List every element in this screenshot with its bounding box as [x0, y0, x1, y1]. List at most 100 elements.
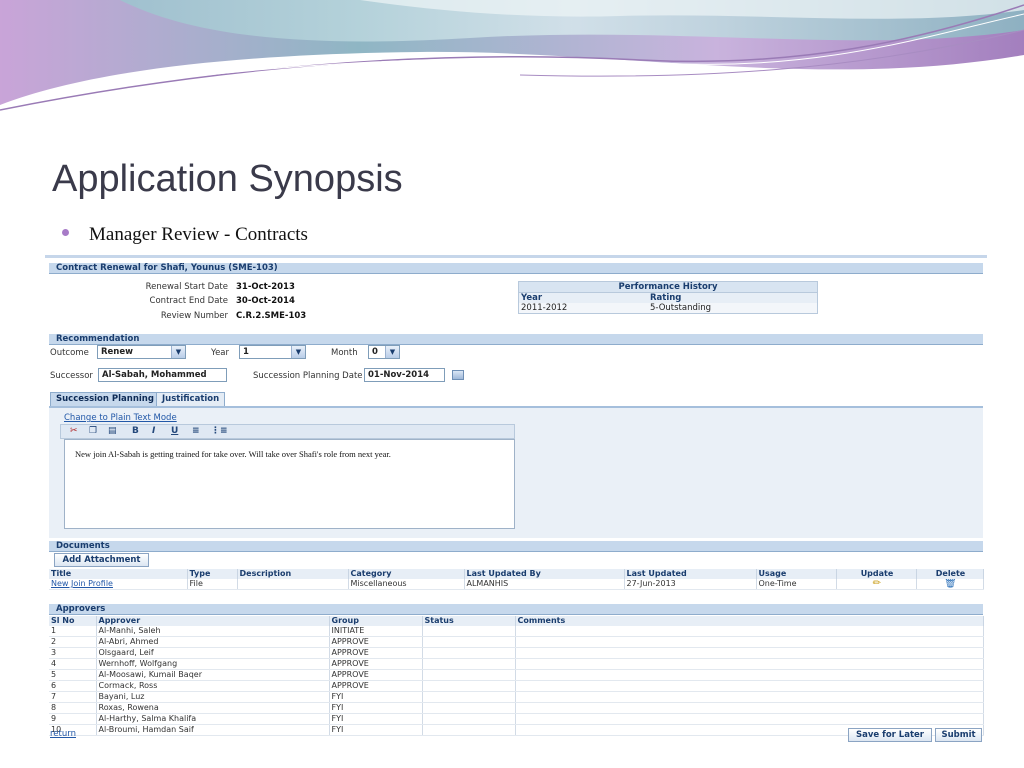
succession-planning-text-area[interactable]: New join Al-Sabah is getting trained for…	[64, 439, 515, 529]
table-row: 9 Al-Harthy, Salma Khalifa FYI	[49, 713, 984, 725]
add-attachment-button[interactable]: Add Attachment	[54, 553, 149, 567]
performance-rating: 5-Outstanding	[650, 303, 712, 313]
renewal-start-label: Renewal Start Date	[145, 282, 228, 292]
document-description	[237, 579, 349, 590]
col-type: Type	[187, 569, 238, 579]
italic-icon[interactable]: I	[152, 426, 155, 436]
document-title-link[interactable]: New Join Profile	[51, 579, 113, 588]
slide-bullet: Manager Review - Contracts	[62, 224, 308, 246]
documents-table: Title Type Description Category Last Upd…	[49, 569, 984, 590]
performance-header-row: Year Rating	[519, 293, 817, 303]
approver-status	[422, 658, 516, 670]
renewal-start-value: 31-Oct-2013	[236, 282, 295, 292]
approver-sl-no: 3	[49, 647, 97, 659]
approver-status	[422, 626, 516, 637]
col-usage: Usage	[756, 569, 837, 579]
successor-input[interactable]: Al-Sabah, Mohammed	[98, 368, 227, 382]
trash-icon[interactable]: 🗑	[916, 579, 984, 590]
tab-justification[interactable]: Justification	[156, 392, 226, 406]
numbered-list-icon[interactable]: ≡	[192, 426, 200, 436]
pencil-icon[interactable]: ✏	[836, 579, 917, 590]
year-select[interactable]: 1 ▼	[239, 345, 306, 359]
col-last-updated: Last Updated	[624, 569, 757, 579]
return-link[interactable]: return	[50, 729, 76, 739]
chevron-down-icon: ▼	[291, 346, 305, 358]
approver-group: APPROVE	[329, 658, 423, 670]
contract-end-label: Contract End Date	[149, 296, 228, 306]
table-row: 2011-2012 5-Outstanding	[519, 303, 817, 313]
approvers-table: Sl No Approver Group Status Comments 1 Al…	[49, 616, 984, 736]
performance-history-table: Performance History Year Rating 2011-201…	[518, 281, 818, 314]
approver-group: FYI	[329, 724, 423, 736]
review-number-label: Review Number	[160, 311, 228, 321]
change-to-plain-text-link[interactable]: Change to Plain Text Mode	[64, 413, 177, 423]
approver-sl-no: 5	[49, 669, 97, 681]
succession-planning-date-input[interactable]: 01-Nov-2014	[364, 368, 445, 382]
bold-icon[interactable]: B	[132, 426, 139, 436]
col-last-updated-by: Last Updated By	[464, 569, 625, 579]
approver-sl-no: 6	[49, 680, 97, 692]
submit-button[interactable]: Submit	[935, 728, 982, 742]
underline-icon[interactable]: U	[171, 426, 178, 436]
table-row: 6 Cormack, Ross APPROVE	[49, 680, 984, 692]
successor-label: Successor	[50, 371, 93, 381]
paste-icon[interactable]: ▤	[108, 426, 117, 436]
performance-history-title: Performance History	[519, 282, 817, 293]
approver-name: Bayani, Luz	[96, 691, 330, 703]
year-label: Year	[211, 348, 229, 358]
approver-name: Roxas, Rowena	[96, 702, 330, 714]
approver-name: Wernhoff, Wolfgang	[96, 658, 330, 670]
recommendation-section-header: Recommendation	[49, 334, 983, 345]
approver-sl-no: 2	[49, 636, 97, 648]
col-title: Title	[49, 569, 188, 579]
cut-icon[interactable]: ✂	[70, 426, 78, 436]
chevron-down-icon: ▼	[171, 346, 185, 358]
documents-header-row: Title Type Description Category Last Upd…	[49, 569, 984, 579]
tab-succession-planning[interactable]: Succession Planning	[50, 392, 160, 406]
approver-comments	[515, 658, 984, 670]
approver-comments	[515, 669, 984, 681]
approver-group: APPROVE	[329, 636, 423, 648]
approver-sl-no: 7	[49, 691, 97, 703]
approver-name: Al-Harthy, Salma Khalifa	[96, 713, 330, 725]
col-category: Category	[348, 569, 465, 579]
copy-icon[interactable]: ❐	[89, 426, 97, 436]
outcome-label: Outcome	[50, 348, 89, 358]
document-updated: 27-Jun-2013	[624, 579, 757, 590]
approver-sl-no: 8	[49, 702, 97, 714]
save-for-later-button[interactable]: Save for Later	[848, 728, 932, 742]
bullet-list-icon[interactable]: ⋮≡	[211, 426, 228, 436]
document-category: Miscellaneous	[348, 579, 465, 590]
approver-status	[422, 647, 516, 659]
approver-sl-no: 1	[49, 626, 97, 637]
approver-comments	[515, 702, 984, 714]
table-row: 10 Al-Broumi, Hamdan Saif FYI	[49, 724, 984, 736]
table-row: 5 Al-Moosawi, Kumail Baqer APPROVE	[49, 669, 984, 681]
approver-comments	[515, 647, 984, 659]
approver-sl-no: 9	[49, 713, 97, 725]
approver-comments	[515, 713, 984, 725]
approver-comments	[515, 680, 984, 692]
approver-sl-no: 4	[49, 658, 97, 670]
table-row: New Join Profile File Miscellaneous ALMA…	[49, 579, 984, 590]
col-approver: Approver	[96, 616, 330, 626]
approver-group: INITIATE	[329, 626, 423, 637]
outcome-select[interactable]: Renew ▼	[97, 345, 186, 359]
col-sl-no: Sl No	[49, 616, 97, 626]
col-comments: Comments	[515, 616, 984, 626]
col-update: Update	[836, 569, 917, 579]
performance-year: 2011-2012	[521, 303, 568, 313]
slide-bullet-text: Manager Review - Contracts	[89, 224, 308, 245]
bullet-dot-icon	[62, 229, 69, 237]
approver-group: APPROVE	[329, 680, 423, 692]
outcome-value: Renew	[101, 347, 133, 357]
month-select[interactable]: 0 ▼	[368, 345, 400, 359]
calendar-icon[interactable]	[452, 370, 464, 380]
approver-name: Al-Abri, Ahmed	[96, 636, 330, 648]
approvers-section-header: Approvers	[49, 604, 983, 615]
document-updated-by: ALMANHIS	[464, 579, 625, 590]
approver-comments	[515, 636, 984, 648]
document-type: File	[187, 579, 238, 590]
approver-name: Al-Moosawi, Kumail Baqer	[96, 669, 330, 681]
approver-group: FYI	[329, 702, 423, 714]
